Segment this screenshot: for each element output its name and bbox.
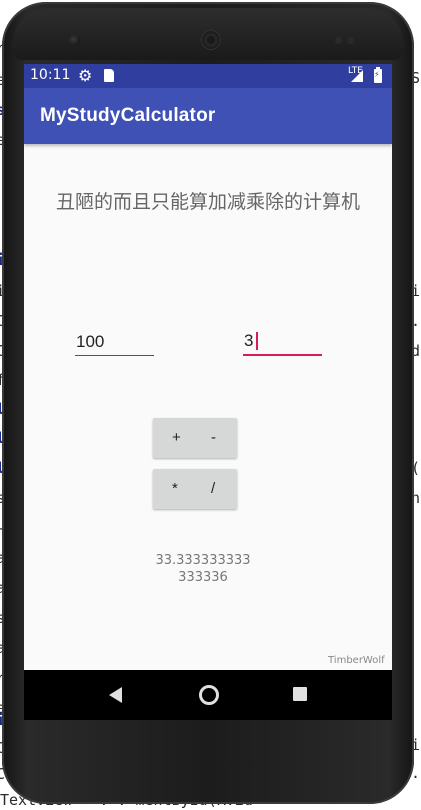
- proximity-sensor-icon: [335, 37, 342, 44]
- watermark-text: TimberWolf: [328, 655, 385, 666]
- device-screen: 10:11 ⚙ LTE MyStudyCalculator 丑陋的而且只能算加减…: [24, 64, 392, 720]
- earpiece-speaker-icon: [201, 30, 221, 50]
- navigation-bar: [24, 670, 392, 720]
- text-cursor: [256, 332, 258, 350]
- result-text: 33.333333333333336: [155, 553, 251, 585]
- signal-icon: [351, 70, 363, 82]
- multiply-button-label[interactable]: *: [172, 480, 178, 497]
- multiply-divide-button-group[interactable]: * /: [153, 469, 237, 509]
- status-time: 10:11: [30, 67, 71, 83]
- add-subtract-button-group[interactable]: + -: [153, 418, 237, 458]
- battery-icon: [374, 67, 382, 83]
- status-bar: 10:11 ⚙ LTE: [24, 64, 392, 88]
- divide-button-label[interactable]: /: [211, 480, 215, 497]
- first-number-input[interactable]: [75, 328, 154, 356]
- front-camera-icon: [69, 35, 80, 46]
- page-heading: 丑陋的而且只能算加减乘除的计算机: [55, 191, 360, 213]
- sd-card-icon: [104, 69, 114, 82]
- app-bar: MyStudyCalculator: [24, 88, 392, 144]
- subtract-button-label[interactable]: -: [211, 429, 216, 446]
- home-icon[interactable]: [199, 685, 219, 705]
- back-icon[interactable]: [109, 687, 122, 703]
- app-title: MyStudyCalculator: [40, 105, 216, 126]
- recent-apps-icon[interactable]: [293, 687, 307, 701]
- add-button-label[interactable]: +: [172, 429, 181, 446]
- light-sensor-icon: [347, 37, 354, 44]
- second-number-input[interactable]: [243, 328, 322, 356]
- gear-icon: ⚙: [78, 66, 93, 85]
